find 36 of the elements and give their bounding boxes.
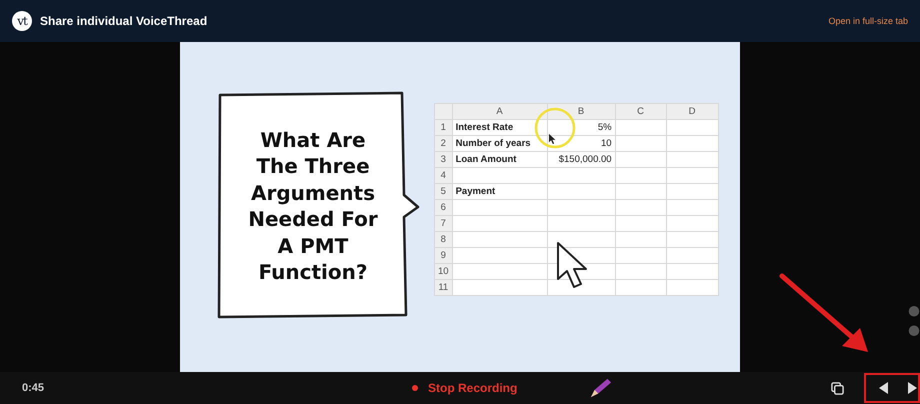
column-header[interactable]: C: [615, 104, 666, 120]
column-header[interactable]: B: [547, 104, 616, 120]
row-header[interactable]: 10: [434, 264, 452, 280]
record-dot-icon: [412, 385, 418, 391]
open-full-size-link[interactable]: Open in full-size tab: [828, 16, 908, 26]
cursor-icon: [556, 241, 588, 289]
next-icon[interactable]: [907, 381, 918, 395]
cursor-icon: [548, 133, 556, 145]
column-header[interactable]: A: [452, 104, 548, 120]
row-header[interactable]: 9: [434, 248, 452, 264]
table-cell: Interest Rate: [452, 120, 548, 136]
row-header[interactable]: 5: [434, 184, 452, 200]
question-text: What Are The Three Arguments Needed For A PMT Function?: [247, 126, 379, 286]
row-header[interactable]: 7: [434, 216, 452, 232]
row-header[interactable]: 2: [434, 136, 452, 152]
table-cell: $150,000.00: [547, 152, 616, 168]
stop-recording-button[interactable]: Stop Recording: [412, 381, 518, 395]
window-title: Share individual VoiceThread: [40, 14, 208, 28]
copy-icon[interactable]: [831, 382, 844, 394]
table-cell: 5%: [547, 120, 616, 136]
logo-icon: vt: [12, 11, 32, 31]
table-cell: Loan Amount: [452, 152, 548, 168]
row-header[interactable]: 4: [434, 168, 452, 184]
row-header[interactable]: 8: [434, 232, 452, 248]
column-header[interactable]: D: [666, 104, 718, 120]
previous-icon[interactable]: [878, 381, 889, 395]
row-header[interactable]: 6: [434, 200, 452, 216]
row-header[interactable]: 1: [434, 120, 452, 136]
table-cell: Number of years: [452, 136, 548, 152]
pen-icon[interactable]: [589, 377, 614, 399]
table-cell: Payment: [452, 184, 548, 200]
row-header[interactable]: 3: [434, 152, 452, 168]
time-label: 0:45: [22, 382, 46, 394]
row-header[interactable]: 11: [434, 280, 452, 296]
dots-icon[interactable]: [908, 304, 920, 338]
highlight-circle: [534, 107, 576, 149]
